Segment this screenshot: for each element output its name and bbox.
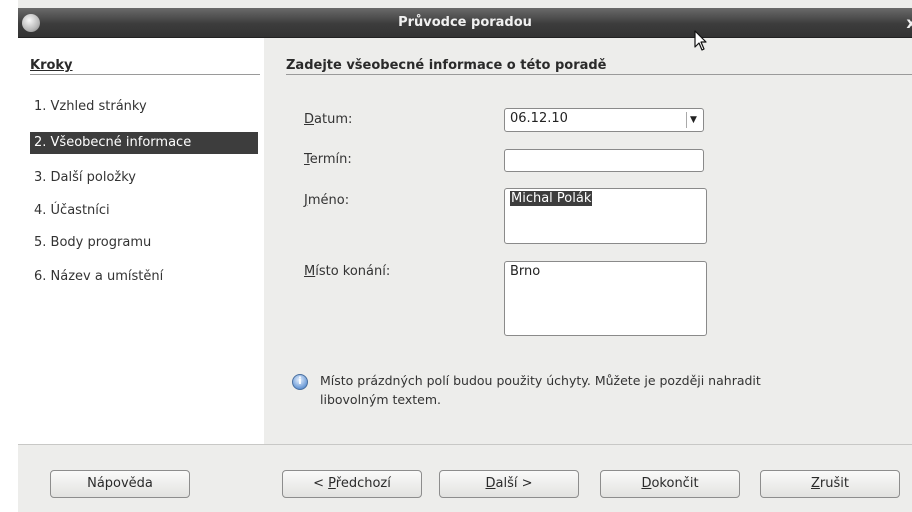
help-button[interactable]: Nápověda xyxy=(50,470,190,498)
finish-button[interactable]: Dokončit xyxy=(600,470,740,498)
steps-heading: Kroky xyxy=(30,58,73,73)
hint-text: Místo prázdných polí budou použity úchyt… xyxy=(320,371,900,409)
steps-divider xyxy=(30,74,260,75)
step-attendees[interactable]: 4. Účastníci xyxy=(30,200,258,222)
date-label-mnemonic: D xyxy=(304,112,315,127)
title-divider xyxy=(286,74,912,75)
date-label: Datum: xyxy=(304,112,352,127)
footer-divider xyxy=(18,444,912,445)
steps-sidebar: Kroky 1. Vzhled stránky 2. Všeobecné inf… xyxy=(18,38,264,444)
date-combobox[interactable]: 06.12.10 ▼ xyxy=(504,108,704,132)
finish-button-mnemonic: D xyxy=(641,476,652,491)
name-value: Michal Polák xyxy=(510,191,593,206)
step-agenda[interactable]: 5. Body programu xyxy=(30,232,258,254)
window-title: Průvodce poradou xyxy=(398,15,532,30)
place-label-mnemonic: M xyxy=(304,264,316,279)
name-field[interactable]: Michal Polák xyxy=(504,188,707,244)
name-label-text: méno: xyxy=(307,193,350,208)
step-name-location[interactable]: 6. Název a umístění xyxy=(30,266,258,288)
name-label: Jméno: xyxy=(304,193,349,208)
step-more-items[interactable]: 3. Další položky xyxy=(30,167,258,189)
time-label: Termín: xyxy=(304,152,352,167)
next-button-mnemonic: D xyxy=(485,476,496,491)
date-value: 06.12.10 xyxy=(510,111,568,126)
page-title: Zadejte všeobecné informace o této porad… xyxy=(286,58,607,73)
back-button[interactable]: < Předchozí xyxy=(282,470,422,498)
next-button[interactable]: Další > xyxy=(439,470,579,498)
hint-line-1: Místo prázdných polí budou použity úchyt… xyxy=(320,373,761,388)
time-label-text: ermín: xyxy=(309,152,352,167)
step-page-design[interactable]: 1. Vzhled stránky xyxy=(30,96,258,118)
place-label-text: ísto konání: xyxy=(315,264,391,279)
date-label-text: atum: xyxy=(314,112,353,127)
dropdown-arrow-icon[interactable]: ▼ xyxy=(686,112,700,128)
cancel-button-text: rušit xyxy=(819,476,849,491)
meeting-wizard-dialog: Průvodce poradou x Kroky 1. Vzhled strán… xyxy=(18,0,912,512)
main-panel: Zadejte všeobecné informace o této porad… xyxy=(264,38,912,444)
step-general-info[interactable]: 2. Všeobecné informace xyxy=(30,132,258,154)
close-icon[interactable]: x xyxy=(906,14,912,32)
lightbulb-info-icon: i xyxy=(292,374,308,390)
back-button-prefix: < xyxy=(313,476,329,491)
hint-line-2: libovolným textem. xyxy=(320,392,442,407)
back-button-text: ředchozí xyxy=(335,476,391,491)
back-button-mnemonic: P xyxy=(328,476,336,491)
title-bar[interactable]: Průvodce poradou x xyxy=(18,8,912,38)
next-button-text: alší > xyxy=(495,476,533,491)
cancel-button[interactable]: Zrušit xyxy=(760,470,900,498)
mouse-cursor-icon xyxy=(694,30,707,51)
cancel-button-mnemonic: Z xyxy=(811,476,820,491)
time-field[interactable] xyxy=(504,149,704,172)
place-value: Brno xyxy=(510,264,541,279)
place-label: Místo konání: xyxy=(304,264,390,279)
place-field[interactable]: Brno xyxy=(504,261,707,336)
finish-button-text: okončit xyxy=(651,476,699,491)
